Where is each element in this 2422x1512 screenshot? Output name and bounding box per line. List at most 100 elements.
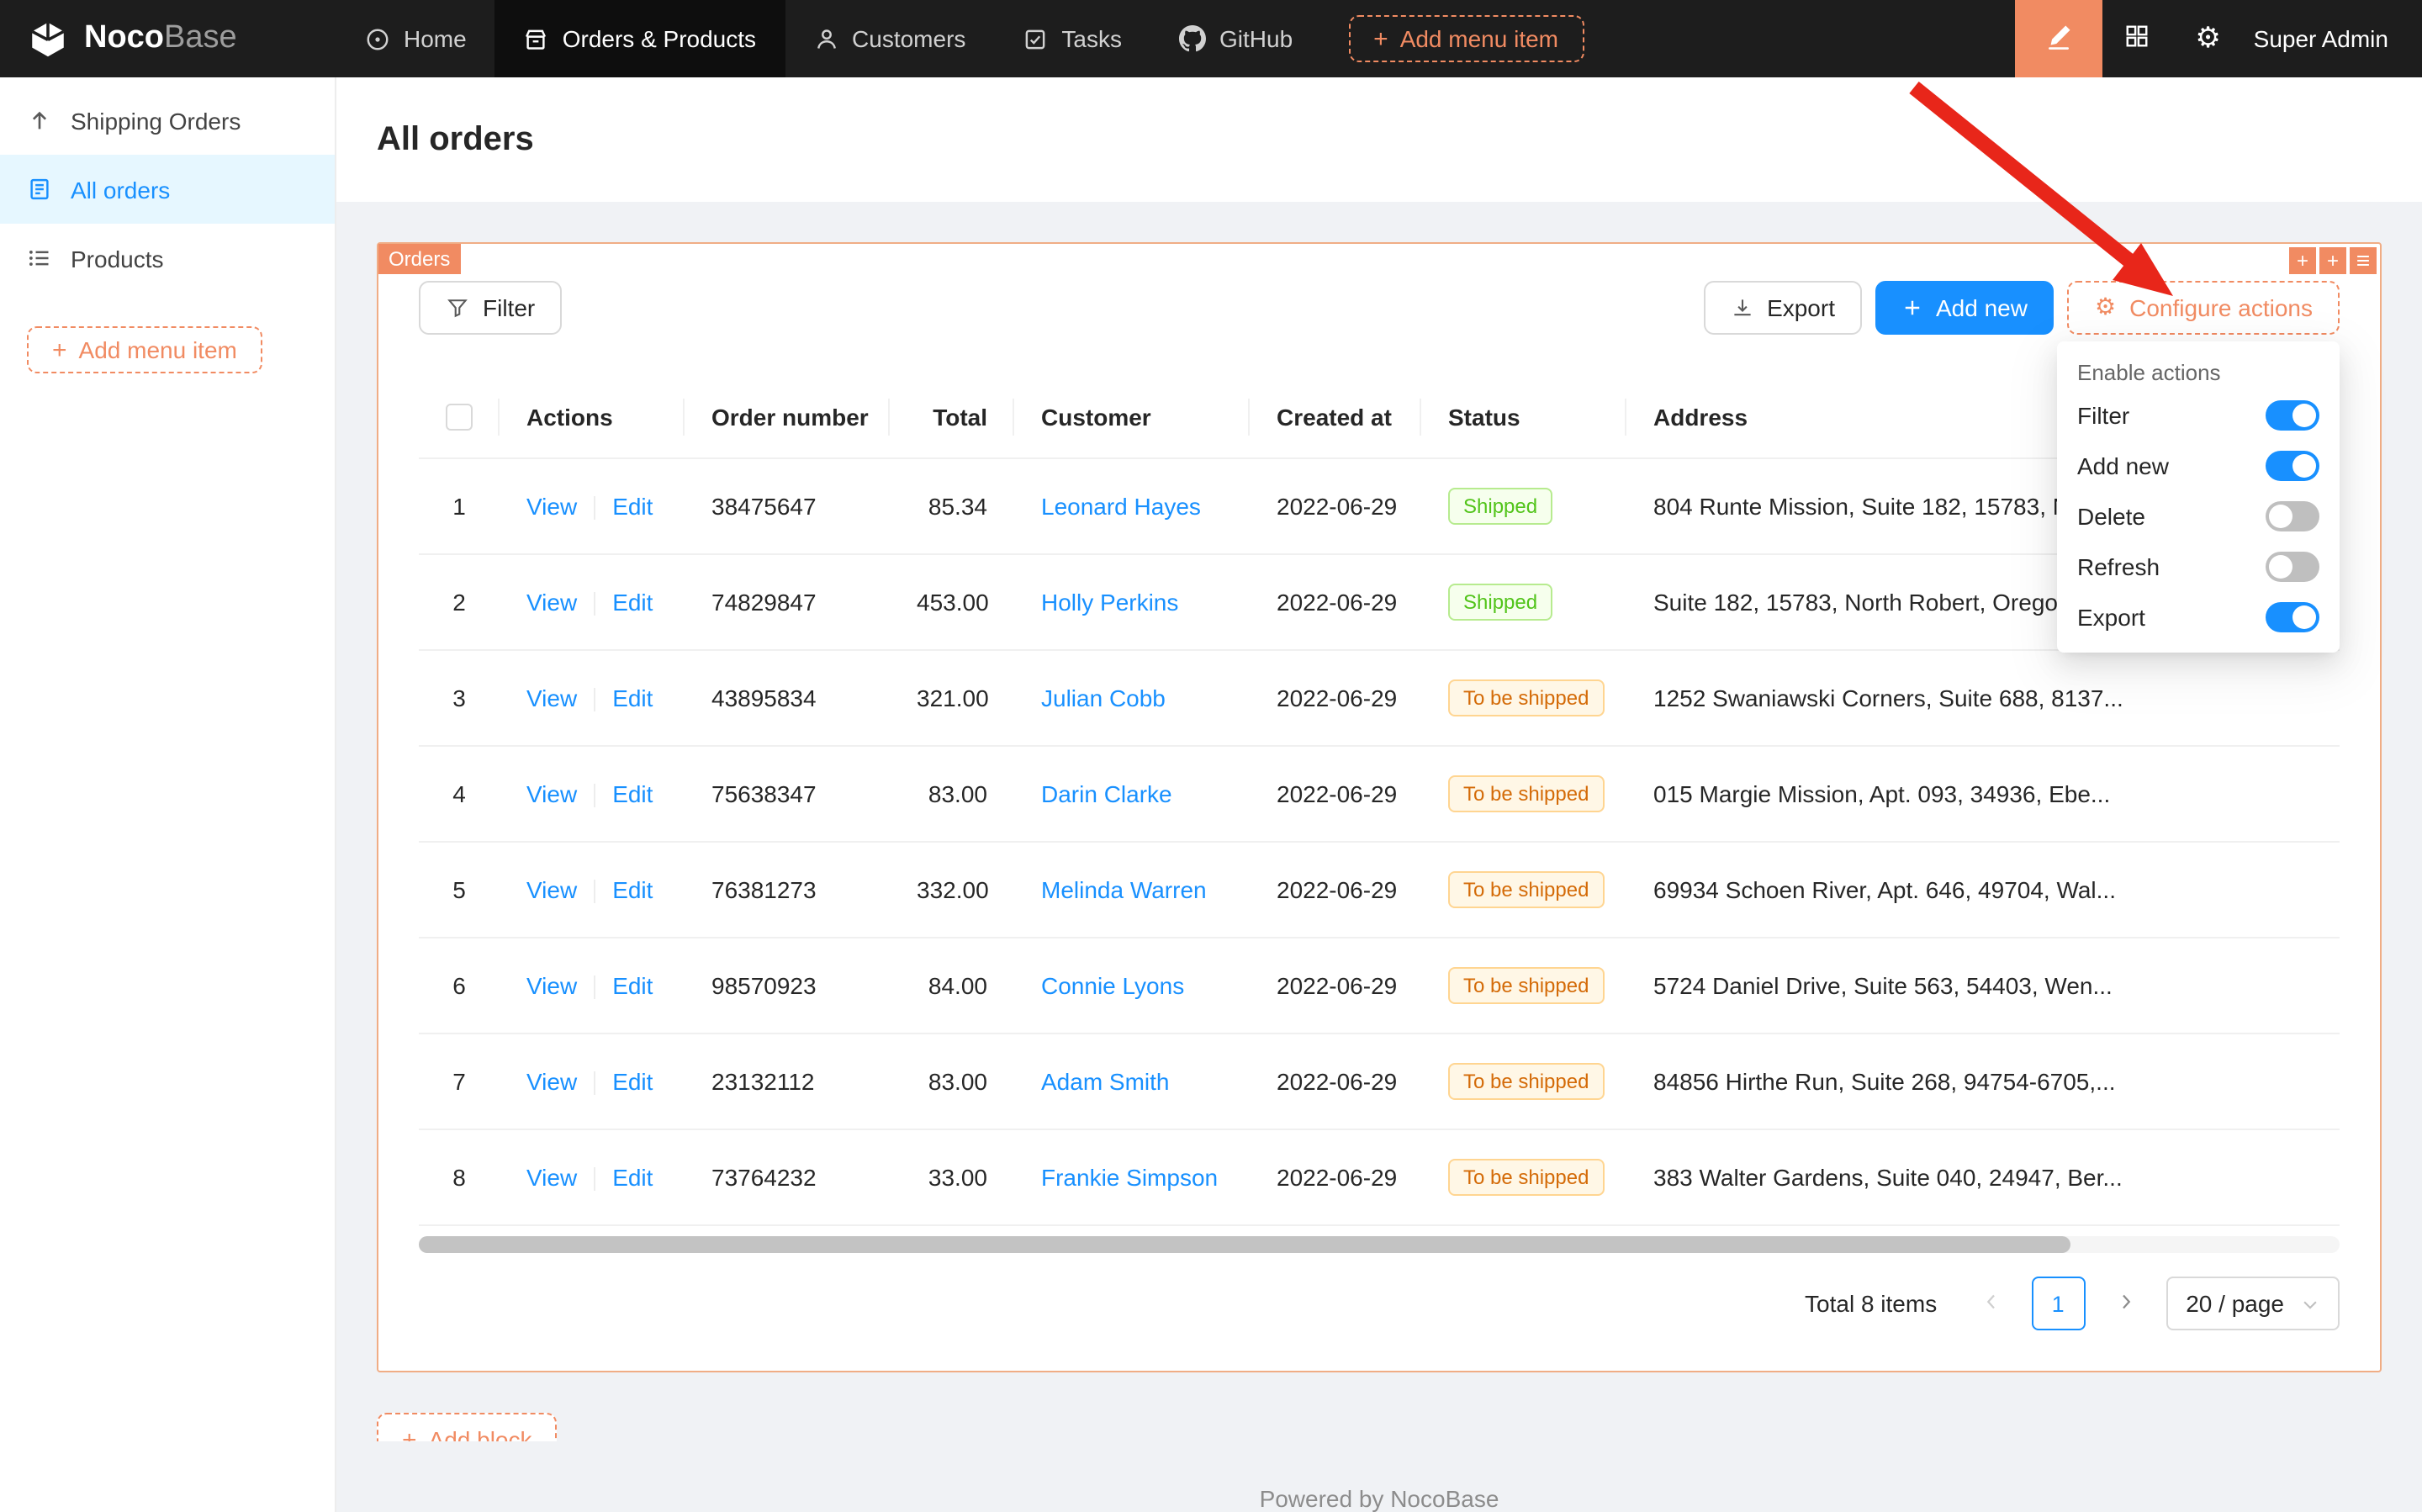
- edit-link[interactable]: Edit: [612, 780, 653, 807]
- add-block-icon[interactable]: +: [2319, 247, 2346, 274]
- filter-button[interactable]: Filter: [419, 281, 562, 335]
- chevron-right-icon: [2115, 1292, 2135, 1317]
- view-link[interactable]: View: [526, 1164, 577, 1191]
- row-index: 6: [419, 938, 500, 1034]
- chevron-left-icon: [1980, 1292, 2001, 1317]
- view-link[interactable]: View: [526, 972, 577, 999]
- view-link[interactable]: View: [526, 876, 577, 903]
- export-icon: [1730, 296, 1753, 320]
- order-row-7: 7ViewEdit2313211283.00Adam Smith2022-06-…: [419, 1034, 2340, 1130]
- pagination-next-button[interactable]: [2098, 1277, 2152, 1331]
- plugin-manager-button[interactable]: [2102, 0, 2173, 77]
- sidebar-add-menu-item-button[interactable]: + Add menu item: [27, 326, 262, 373]
- customer-link[interactable]: Julian Cobb: [1041, 685, 1166, 712]
- add-field-icon[interactable]: +: [2289, 247, 2316, 274]
- column-header-order-number: Order number: [685, 375, 890, 459]
- customer-link[interactable]: Leonard Hayes: [1041, 494, 1201, 521]
- toggle-delete[interactable]: [2266, 501, 2319, 531]
- customer-cell: Holly Perkins: [1014, 555, 1250, 651]
- customer-cell: Melinda Warren: [1014, 843, 1250, 938]
- switch-knob: [2269, 505, 2292, 528]
- view-link[interactable]: View: [526, 685, 577, 711]
- view-link[interactable]: View: [526, 780, 577, 807]
- divider: [594, 880, 595, 904]
- customer-link[interactable]: Melinda Warren: [1041, 877, 1207, 904]
- customer-link[interactable]: Darin Clarke: [1041, 781, 1172, 808]
- customers-icon: [813, 26, 838, 51]
- page-size-select[interactable]: 20 / page: [2166, 1277, 2340, 1331]
- actions-cell: View Edit: [500, 1034, 685, 1130]
- edit-link[interactable]: Edit: [612, 876, 653, 903]
- customer-link[interactable]: Adam Smith: [1041, 1069, 1170, 1096]
- pagination-page-1[interactable]: 1: [2031, 1277, 2085, 1331]
- nav-item-customers[interactable]: Customers: [785, 0, 994, 77]
- add-block-button-clipped: + Add block: [377, 1414, 612, 1442]
- plus-icon: +: [52, 337, 67, 362]
- edit-link[interactable]: Edit: [612, 589, 653, 616]
- pagination-prev-button[interactable]: [1964, 1277, 2017, 1331]
- total-cell: 332.00: [890, 843, 1014, 938]
- order-number-cell: 23132112: [685, 1034, 890, 1130]
- select-all-checkbox[interactable]: [446, 404, 473, 431]
- block-menu-icon[interactable]: [2350, 247, 2377, 274]
- view-link[interactable]: View: [526, 493, 577, 520]
- toggle-filter[interactable]: [2266, 400, 2319, 431]
- sidebar-item-shipping-orders[interactable]: Shipping Orders: [0, 86, 335, 155]
- nav-item-orders-products[interactable]: Orders & Products: [495, 0, 785, 77]
- edit-link[interactable]: Edit: [612, 1068, 653, 1095]
- view-link[interactable]: View: [526, 1068, 577, 1095]
- edit-link[interactable]: Edit: [612, 493, 653, 520]
- scrollbar-thumb[interactable]: [419, 1237, 2070, 1254]
- table-toolbar: Filter Export Add new: [419, 281, 2340, 335]
- configure-menu-header: Enable actions: [2057, 348, 2340, 390]
- configure-menu-item-export[interactable]: Export: [2057, 592, 2340, 642]
- column-header-created-at: Created at: [1250, 375, 1421, 459]
- sidebar-item-products[interactable]: Products: [0, 224, 335, 293]
- settings-button[interactable]: ⚙: [2173, 0, 2244, 77]
- status-badge: To be shipped: [1448, 1160, 1604, 1197]
- toggle-export[interactable]: [2266, 602, 2319, 632]
- status-cell: To be shipped: [1421, 1130, 1626, 1226]
- customer-cell: Leonard Hayes: [1014, 459, 1250, 555]
- nav-add-menu-item-button[interactable]: + Add menu item: [1348, 15, 1584, 62]
- edit-link[interactable]: Edit: [612, 972, 653, 999]
- created-at-cell: 2022-06-29: [1250, 459, 1421, 555]
- configure-actions-button[interactable]: ⚙ Configure actions: [2068, 281, 2340, 335]
- actions-cell: View Edit: [500, 843, 685, 938]
- view-link[interactable]: View: [526, 589, 577, 616]
- ui-editor-button[interactable]: [2015, 0, 2102, 77]
- block-tag: Orders: [378, 244, 460, 274]
- customer-cell: Julian Cobb: [1014, 651, 1250, 747]
- configure-menu-item-filter[interactable]: Filter: [2057, 390, 2340, 441]
- customer-link[interactable]: Frankie Simpson: [1041, 1165, 1218, 1192]
- edit-link[interactable]: Edit: [612, 685, 653, 711]
- customer-link[interactable]: Holly Perkins: [1041, 589, 1178, 616]
- add-block-button[interactable]: + Add block: [377, 1414, 558, 1442]
- toggle-refresh[interactable]: [2266, 552, 2319, 582]
- nocobase-app: NocoBase HomeOrders & ProductsCustomersT…: [0, 0, 2422, 1512]
- toggle-add-new[interactable]: [2266, 451, 2319, 481]
- add-new-button[interactable]: Add new: [1875, 281, 2054, 335]
- nav-item-home[interactable]: Home: [336, 0, 495, 77]
- sidebar-item-all-orders[interactable]: All orders: [0, 155, 335, 224]
- address-cell: 69934 Schoen River, Apt. 646, 49704, Wal…: [1626, 843, 2340, 938]
- status-cell: Shipped: [1421, 555, 1626, 651]
- actions-cell: View Edit: [500, 747, 685, 843]
- configure-menu-item-delete[interactable]: Delete: [2057, 491, 2340, 542]
- export-button[interactable]: Export: [1703, 281, 1862, 335]
- user-menu[interactable]: Super Admin: [2244, 25, 2422, 52]
- customer-link[interactable]: Connie Lyons: [1041, 973, 1184, 1000]
- order-number-cell: 98570923: [685, 938, 890, 1034]
- nav-item-tasks[interactable]: Tasks: [994, 0, 1150, 77]
- configure-menu-item-add-new[interactable]: Add new: [2057, 441, 2340, 491]
- row-index: 4: [419, 747, 500, 843]
- horizontal-scrollbar[interactable]: [419, 1237, 2340, 1254]
- configure-menu-item-refresh[interactable]: Refresh: [2057, 542, 2340, 592]
- logo[interactable]: NocoBase: [0, 0, 336, 77]
- order-row-6: 6ViewEdit9857092384.00Connie Lyons2022-0…: [419, 938, 2340, 1034]
- column-header-status: Status: [1421, 375, 1626, 459]
- edit-link[interactable]: Edit: [612, 1164, 653, 1191]
- nav-item-github[interactable]: GitHub: [1150, 0, 1321, 77]
- orders-icon: [27, 177, 52, 202]
- created-at-cell: 2022-06-29: [1250, 747, 1421, 843]
